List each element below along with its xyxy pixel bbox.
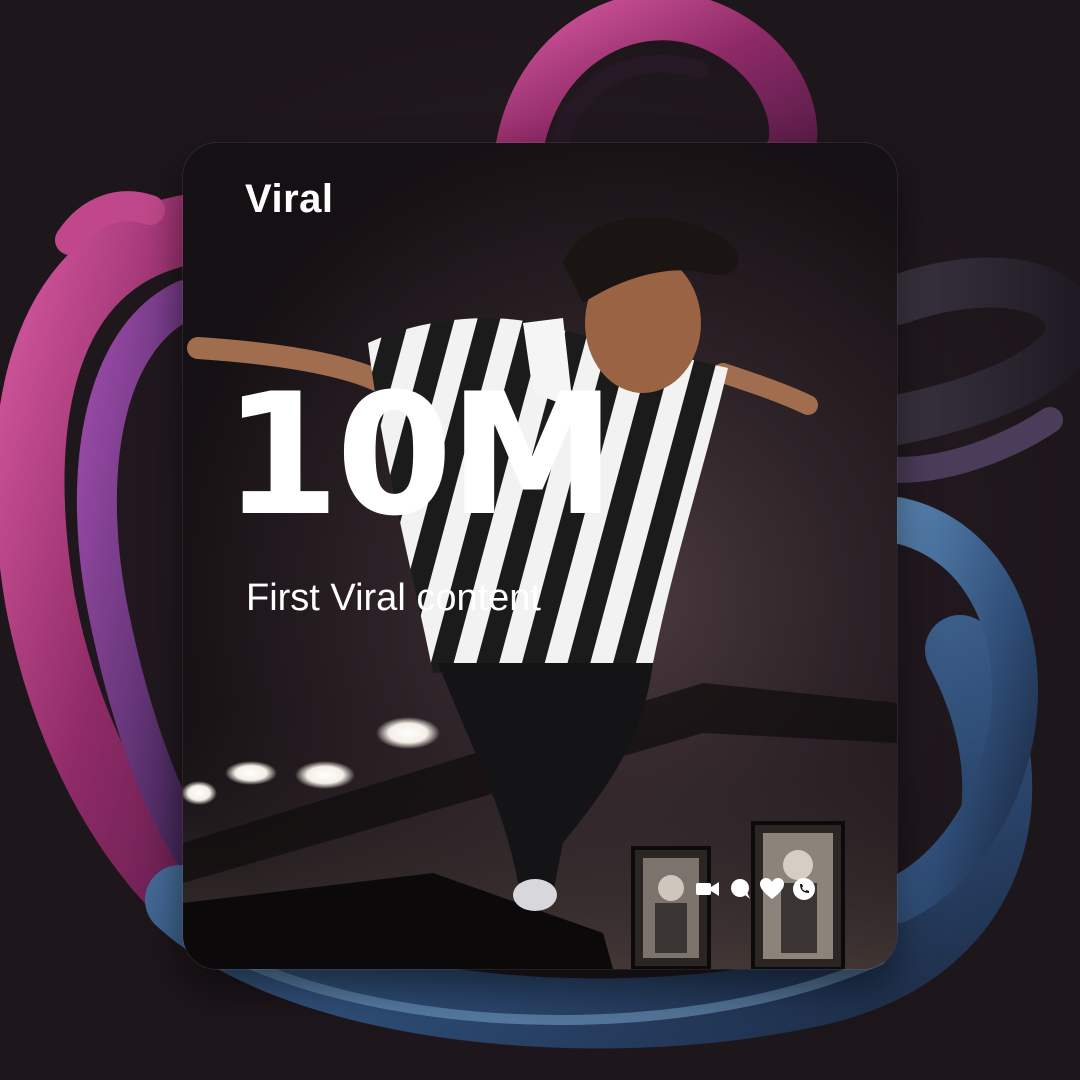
canvas: Viral 10M First Viral content — [0, 0, 1080, 1080]
phone-icon[interactable] — [791, 876, 817, 902]
heart-icon[interactable] — [759, 876, 785, 902]
ribbon-right-upper — [872, 257, 1080, 445]
viral-card: Viral 10M First Viral content — [183, 143, 897, 969]
person-jumping-photo — [183, 217, 897, 969]
video-camera-icon[interactable] — [695, 876, 721, 902]
view-count-stat: 10M — [223, 357, 616, 553]
card-subtitle: First Viral content — [246, 577, 541, 619]
action-icons — [695, 876, 817, 902]
card-heading: Viral — [245, 177, 334, 221]
chat-bubble-icon[interactable] — [727, 876, 753, 902]
